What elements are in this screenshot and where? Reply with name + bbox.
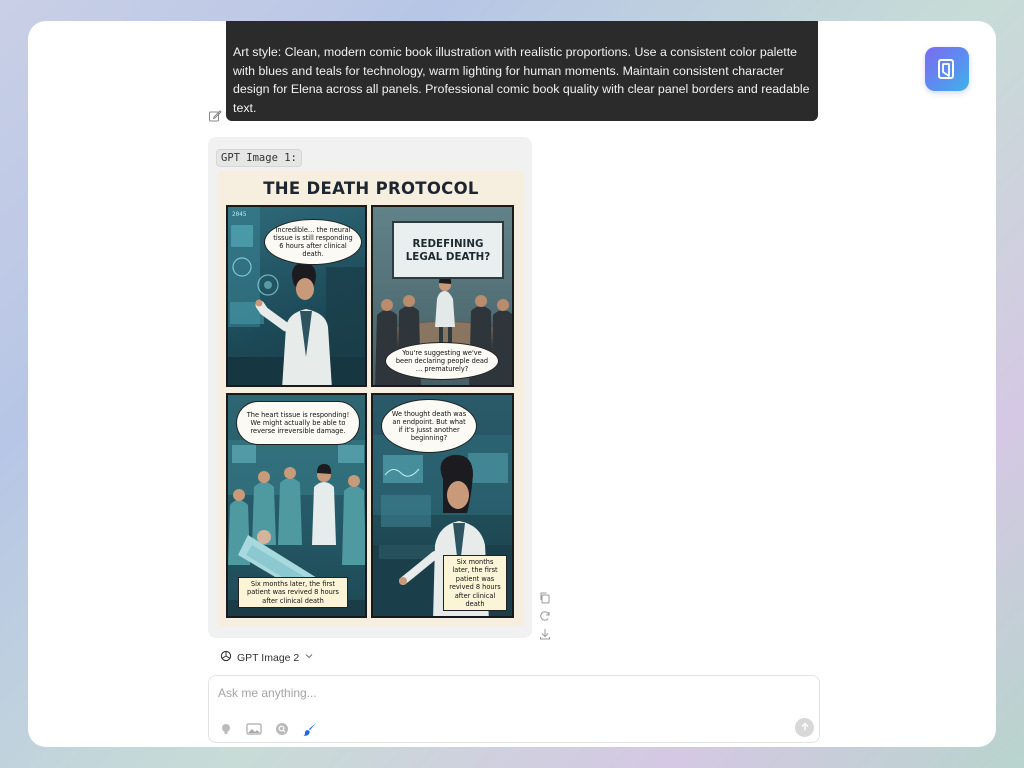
message-composer	[208, 675, 820, 743]
copy-icon[interactable]	[538, 591, 552, 605]
panel-2-speech-bubble: You're suggesting we've been declaring p…	[385, 342, 499, 380]
panel-3-speech-bubble: The heart tissue is responding! We might…	[236, 401, 360, 445]
panel-4-speech-bubble: We thought death was an endpoint. But wh…	[381, 399, 477, 453]
paintbrush-icon[interactable]	[301, 720, 319, 738]
panel-4-caption: Six months later, the first patient was …	[443, 555, 507, 612]
panel-3-caption: Six months later, the first patient was …	[238, 577, 348, 609]
arrow-up-icon	[800, 719, 810, 737]
image-icon[interactable]	[245, 720, 263, 738]
search-icon[interactable]	[273, 720, 291, 738]
composer-tools	[217, 720, 319, 738]
panel-2-sign: REDEFINING LEGAL DEATH?	[392, 221, 504, 279]
comic-title: THE DEATH PROTOCOL	[263, 179, 479, 198]
assistant-response: GPT Image 1: THE DEATH PROTOCOL 2045 Inc…	[208, 137, 532, 638]
pencil-edit-icon[interactable]	[208, 109, 222, 123]
comic-panel-1: 2045 Incredible… the neural tissue is st…	[226, 205, 367, 387]
model-selector-label: GPT Image 2	[237, 651, 300, 664]
comic-panel-2: REDEFINING LEGAL DEATH? You're suggestin…	[371, 205, 514, 387]
generated-comic-image[interactable]: THE DEATH PROTOCOL 2045 Incredible… the …	[218, 171, 524, 626]
model-selector[interactable]: GPT Image 2	[220, 650, 314, 665]
lightbulb-icon[interactable]	[217, 720, 235, 738]
panel-1-screen-text: 2045	[232, 211, 247, 218]
message-input[interactable]	[218, 684, 778, 702]
chevron-down-icon	[304, 651, 314, 664]
openai-logo-icon	[220, 650, 232, 665]
user-prompt-message: Art style: Clean, modern comic book illu…	[226, 21, 818, 121]
app-logo-icon[interactable]	[925, 47, 969, 91]
model-tag: GPT Image 1:	[216, 149, 302, 167]
comic-panel-4: We thought death was an endpoint. But wh…	[371, 393, 514, 618]
app-window: Art style: Clean, modern comic book illu…	[28, 21, 996, 747]
comic-panel-3: The heart tissue is responding! We might…	[226, 393, 367, 618]
response-actions	[538, 591, 552, 645]
refresh-icon[interactable]	[538, 609, 552, 623]
send-button[interactable]	[795, 718, 814, 737]
download-icon[interactable]	[538, 627, 552, 641]
panel-1-speech-bubble: Incredible… the neural tissue is still r…	[264, 219, 362, 265]
